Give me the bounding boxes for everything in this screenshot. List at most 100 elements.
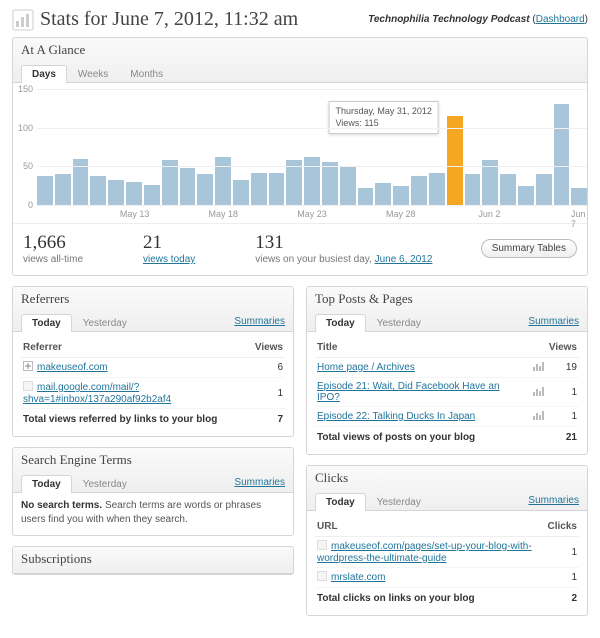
chart-bar[interactable] (518, 186, 534, 205)
chart-bar[interactable] (375, 183, 391, 205)
table-row: makeuseof.com/pages/set-up-your-blog-wit… (315, 537, 579, 568)
chart-bar[interactable] (215, 157, 231, 205)
table-row: Episode 21: Wait, Did Facebook Have an I… (315, 378, 579, 407)
x-tick: Jun 7 (571, 209, 586, 229)
tooltip-views-value: 115 (364, 118, 378, 128)
at-a-glance-panel: At A Glance Days Weeks Months 050100150 … (12, 37, 588, 276)
sparkline-icon[interactable] (533, 361, 545, 371)
clicks-table: URL Clicks makeuseof.com/pages/set-up-yo… (315, 517, 579, 607)
chart-bar[interactable] (233, 180, 249, 205)
post-link[interactable]: Episode 21: Wait, Did Facebook Have an I… (317, 381, 500, 403)
chart-bar[interactable] (393, 186, 409, 205)
top-posts-title: Top Posts & Pages (315, 291, 579, 311)
referrers-tab-yesterday[interactable]: Yesterday (72, 314, 138, 332)
click-count: 1 (546, 568, 579, 588)
click-link[interactable]: mrslate.com (331, 572, 385, 583)
chart-bar[interactable] (304, 157, 320, 205)
chart-bar[interactable] (465, 174, 481, 205)
referrers-tab-today[interactable]: Today (21, 314, 72, 332)
subscriptions-title: Subscriptions (21, 551, 285, 573)
referrers-total-label: Total views referred by links to your bl… (21, 409, 253, 429)
chart-bar[interactable] (197, 174, 213, 205)
topposts-total-value: 21 (547, 427, 579, 447)
click-count: 1 (546, 537, 579, 568)
tooltip-date: Thursday, May 31, 2012 (335, 106, 431, 118)
sparkline-icon[interactable] (533, 386, 545, 396)
referrer-link[interactable]: mail.google.com/mail/?shva=1#inbox/137a2… (23, 382, 171, 405)
sparkline-icon[interactable] (533, 410, 545, 420)
search-tab-yesterday[interactable]: Yesterday (72, 475, 138, 493)
tab-months[interactable]: Months (119, 65, 174, 83)
chart-bar[interactable] (55, 174, 71, 205)
search-empty-message: No search terms. Search terms are words … (21, 499, 285, 527)
search-tab-today[interactable]: Today (21, 475, 72, 493)
chart-bar[interactable] (37, 176, 53, 205)
blank-icon (23, 381, 33, 394)
chart-bar[interactable] (251, 173, 267, 205)
clicks-tab-today[interactable]: Today (315, 493, 366, 511)
topposts-tab-yesterday[interactable]: Yesterday (366, 314, 432, 332)
at-a-glance-title: At A Glance (21, 42, 579, 62)
topposts-total-label: Total views of posts on your blog (315, 427, 547, 447)
y-tick: 100 (18, 123, 33, 133)
tab-days[interactable]: Days (21, 65, 67, 83)
referrer-views: 6 (253, 358, 285, 378)
chart-bar[interactable] (269, 173, 285, 205)
topposts-tab-today[interactable]: Today (315, 314, 366, 332)
stat-busiest-value: 131 (255, 232, 480, 254)
tab-weeks[interactable]: Weeks (67, 65, 119, 83)
referrers-panel: Referrers Today Yesterday Summaries Refe… (12, 286, 294, 437)
clicks-col-clicks: Clicks (546, 517, 579, 537)
clicks-summaries-link[interactable]: Summaries (528, 495, 579, 506)
y-tick: 0 (28, 200, 33, 210)
x-tick: May 18 (209, 209, 239, 219)
referrers-title: Referrers (21, 291, 285, 311)
table-row: Episode 22: Talking Ducks In Japan1 (315, 407, 579, 427)
page-title: Stats for June 7, 2012, 11:32 am (40, 8, 298, 31)
post-link[interactable]: Home page / Archives (317, 362, 415, 373)
stat-alltime-label: views all-time (23, 254, 83, 265)
topposts-summaries-link[interactable]: Summaries (528, 316, 579, 327)
referrers-table: Referrer Views makeuseof.com 6 mail.google… (21, 338, 285, 428)
chart-bar[interactable] (340, 166, 356, 205)
referrers-summaries-link[interactable]: Summaries (234, 316, 285, 327)
summary-tables-button[interactable]: Summary Tables (481, 239, 577, 258)
chart-bar[interactable] (144, 185, 160, 205)
clicks-total-label: Total clicks on links on your blog (315, 588, 546, 608)
clicks-tab-yesterday[interactable]: Yesterday (366, 493, 432, 511)
referrers-col-referrer: Referrer (21, 338, 253, 358)
stat-busiest-date-link[interactable]: June 6, 2012 (375, 254, 433, 265)
chart-bar[interactable] (126, 182, 142, 205)
chart-bar[interactable] (322, 162, 338, 205)
stat-today-link[interactable]: views today (143, 254, 195, 265)
clicks-title: Clicks (315, 470, 579, 490)
chart-bar[interactable] (180, 168, 196, 205)
search-summaries-link[interactable]: Summaries (234, 477, 285, 488)
referrers-total-value: 7 (253, 409, 285, 429)
search-terms-panel: Search Engine Terms Today Yesterday Summ… (12, 447, 294, 536)
referrers-col-views: Views (253, 338, 285, 358)
post-link[interactable]: Episode 22: Talking Ducks In Japan (317, 411, 475, 422)
table-row: mrslate.com 1 (315, 568, 579, 588)
chart-bar[interactable] (90, 176, 106, 205)
chart-bar[interactable] (429, 173, 445, 205)
dashboard-link[interactable]: Dashboard (536, 14, 585, 25)
expand-icon[interactable] (23, 361, 33, 374)
chart-bar[interactable] (108, 180, 124, 205)
click-link[interactable]: makeuseof.com/pages/set-up-your-blog-wit… (317, 541, 532, 564)
chart-bar[interactable] (554, 104, 570, 205)
chart-bar[interactable] (536, 174, 552, 205)
x-tick: Jun 2 (478, 209, 500, 219)
chart-bar[interactable] (447, 116, 463, 205)
x-tick: May 13 (120, 209, 150, 219)
chart-bar[interactable] (411, 176, 427, 205)
views-chart[interactable]: 050100150 May 13May 18May 23May 28Jun 2J… (13, 83, 587, 223)
tooltip-views-label: Views: (335, 118, 361, 128)
chart-bar[interactable] (358, 188, 374, 205)
x-tick: May 23 (297, 209, 327, 219)
referrer-link[interactable]: makeuseof.com (37, 362, 108, 373)
chart-bar[interactable] (571, 188, 587, 205)
chart-bar[interactable] (500, 174, 516, 205)
search-terms-title: Search Engine Terms (21, 452, 285, 472)
chart-tooltip: Thursday, May 31, 2012 Views: 115 (328, 101, 438, 134)
